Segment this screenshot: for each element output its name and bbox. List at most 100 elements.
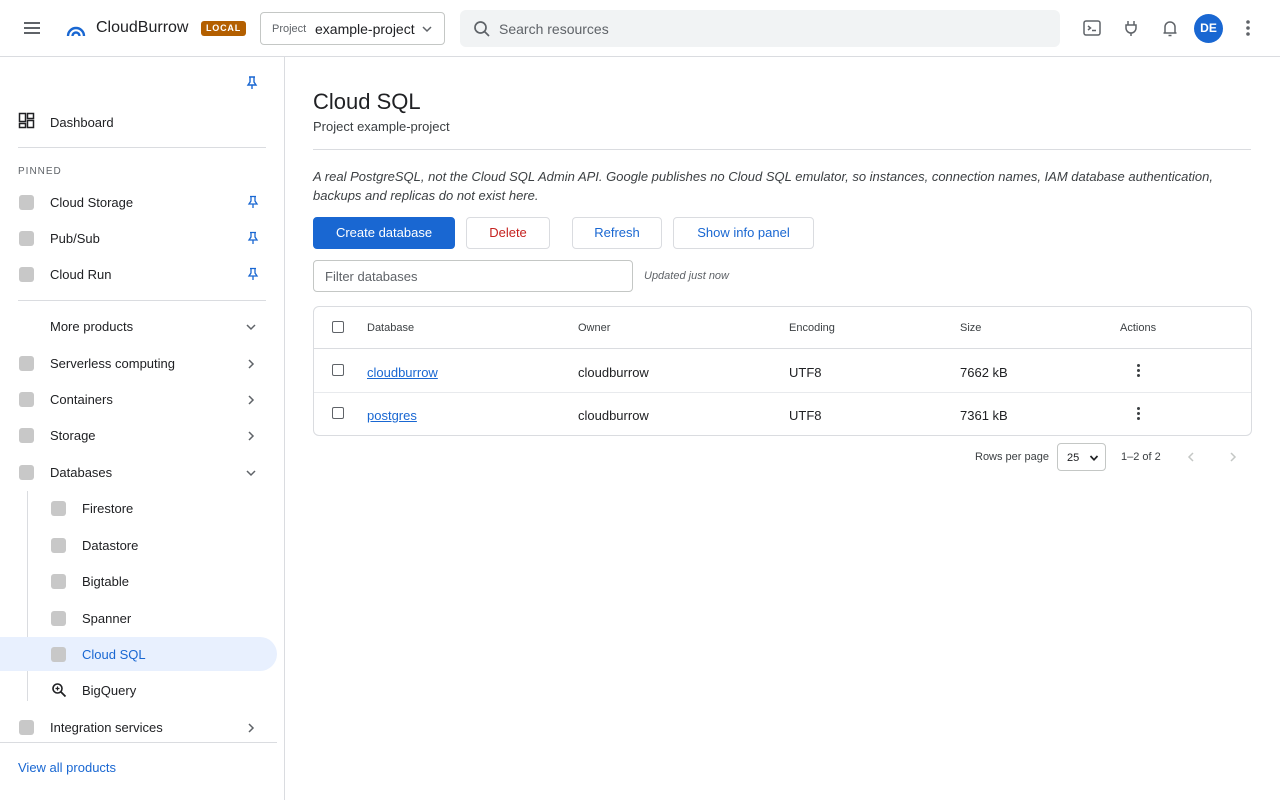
divider [0, 742, 277, 743]
environment-badge: LOCAL [201, 21, 246, 36]
sidebar-item-label: Databases [50, 465, 113, 480]
cloud-storage-icon [19, 195, 34, 210]
sidebar-item-containers[interactable]: Containers [0, 382, 277, 416]
sidebar-item-dashboard[interactable]: Dashboard [0, 104, 277, 138]
divider [18, 147, 266, 148]
cloud-sql-icon [51, 647, 66, 662]
previous-page-icon[interactable] [1183, 449, 1199, 465]
sidebar-item-label: Pub/Sub [50, 231, 100, 246]
row-actions-menu-icon[interactable] [1130, 405, 1146, 423]
column-header-database[interactable]: Database [367, 322, 414, 334]
row-actions-menu-icon[interactable] [1130, 362, 1146, 380]
column-header-owner[interactable]: Owner [578, 322, 610, 334]
view-all-products-link[interactable]: View all products [18, 760, 116, 775]
sidebar-item-label: Storage [50, 428, 96, 443]
search-bar[interactable] [460, 10, 1060, 47]
table-row: cloudburrow cloudburrow UTF8 7662 kB [314, 350, 1251, 393]
divider [313, 149, 1251, 150]
sidebar-item-bigquery[interactable]: BigQuery [0, 673, 277, 707]
sidebar-item-cloud-run[interactable]: Cloud Run [0, 257, 277, 291]
info-note: A real PostgreSQL, not the Cloud SQL Adm… [313, 169, 1213, 203]
more-vert-icon[interactable] [1237, 17, 1259, 39]
chevron-down-icon [1089, 455, 1099, 462]
rows-per-page-value: 25 [1067, 452, 1080, 464]
sidebar-item-label: Cloud Run [50, 267, 112, 282]
delete-button[interactable]: Delete [466, 217, 550, 249]
chevron-right-icon [248, 723, 255, 733]
app-title[interactable]: CloudBurrow [96, 19, 188, 37]
user-avatar[interactable]: DE [1194, 14, 1223, 43]
pin-icon[interactable] [246, 231, 260, 245]
sidebar-item-label: Containers [50, 392, 113, 407]
spanner-icon [51, 611, 66, 626]
filter-databases-input[interactable] [313, 260, 633, 292]
search-input[interactable] [499, 18, 1039, 40]
chevron-right-icon [248, 431, 255, 441]
encoding-cell: UTF8 [789, 365, 822, 380]
row-checkbox[interactable] [332, 407, 344, 419]
project-picker[interactable]: Project example-project [260, 12, 445, 45]
sidebar-item-label: Serverless computing [50, 356, 175, 371]
size-cell: 7361 kB [960, 408, 1008, 423]
sidebar-item-label: BigQuery [82, 683, 137, 698]
containers-icon [19, 392, 34, 407]
owner-cell: cloudburrow [578, 365, 649, 380]
sidebar-item-spanner[interactable]: Spanner [0, 601, 277, 635]
column-header-encoding[interactable]: Encoding [789, 322, 835, 334]
databases-table: Database Owner Encoding Size Actions clo… [313, 306, 1252, 436]
datastore-icon [51, 538, 66, 553]
refresh-button[interactable]: Refresh [572, 217, 662, 249]
bigtable-icon [51, 574, 66, 589]
page-subtitle: Project example-project [313, 119, 450, 134]
plug-icon[interactable] [1120, 17, 1142, 39]
sidebar-item-bigtable[interactable]: Bigtable [0, 564, 277, 598]
chevron-down-icon [422, 26, 432, 33]
pin-icon[interactable] [246, 195, 260, 209]
database-name-link[interactable]: cloudburrow [367, 365, 438, 380]
firestore-icon [51, 501, 66, 516]
encoding-cell: UTF8 [789, 408, 822, 423]
show-info-panel-button[interactable]: Show info panel [673, 217, 814, 249]
divider [18, 300, 266, 301]
terminal-icon[interactable] [1081, 17, 1103, 39]
sidebar-item-label: Bigtable [82, 574, 129, 589]
sidebar-item-integration[interactable]: Integration services [0, 710, 277, 744]
sidebar-item-label: Spanner [82, 611, 132, 626]
sidebar-item-cloud-storage[interactable]: Cloud Storage [0, 185, 277, 219]
sidebar-item-datastore[interactable]: Datastore [0, 528, 277, 562]
column-header-size[interactable]: Size [960, 322, 981, 334]
sidebar-item-databases[interactable]: Databases [0, 455, 277, 489]
sidebar-item-label: Integration services [50, 720, 163, 735]
sidebar-item-cloud-sql[interactable]: Cloud SQL [0, 637, 277, 671]
top-bar: CloudBurrow LOCAL Project example-projec… [0, 0, 1280, 57]
table-header-row: Database Owner Encoding Size Actions [314, 307, 1251, 349]
sidebar-more-products[interactable]: More products [0, 309, 277, 343]
pagination-range: 1–2 of 2 [1121, 451, 1161, 463]
sidebar-item-label: More products [50, 319, 134, 334]
search-icon [474, 21, 490, 37]
select-all-checkbox[interactable] [332, 321, 344, 333]
owner-cell: cloudburrow [578, 408, 649, 423]
sidebar-item-serverless[interactable]: Serverless computing [0, 346, 277, 380]
rows-per-page-select[interactable]: 25 [1057, 443, 1106, 471]
notifications-bell-icon[interactable] [1159, 17, 1181, 39]
row-checkbox[interactable] [332, 364, 344, 376]
sidebar-item-pubsub[interactable]: Pub/Sub [0, 221, 277, 255]
project-picker-value: example-project [315, 21, 415, 37]
pin-sidebar-icon[interactable] [244, 75, 260, 91]
create-database-button[interactable]: Create database [313, 217, 455, 249]
sidebar-item-label: Cloud Storage [50, 195, 134, 210]
next-page-icon[interactable] [1225, 449, 1241, 465]
integration-icon [19, 720, 34, 735]
serverless-icon [19, 356, 34, 371]
chevron-right-icon [248, 359, 255, 369]
pubsub-icon [19, 231, 34, 246]
pin-icon[interactable] [246, 267, 260, 281]
cloud-run-icon [19, 267, 34, 282]
sidebar-item-label: Dashboard [50, 115, 114, 130]
sidebar-item-storage[interactable]: Storage [0, 418, 277, 452]
database-name-link[interactable]: postgres [367, 408, 417, 423]
query-search-icon [52, 683, 67, 698]
sidebar-item-firestore[interactable]: Firestore [0, 491, 277, 525]
main-menu-button[interactable] [20, 16, 44, 40]
